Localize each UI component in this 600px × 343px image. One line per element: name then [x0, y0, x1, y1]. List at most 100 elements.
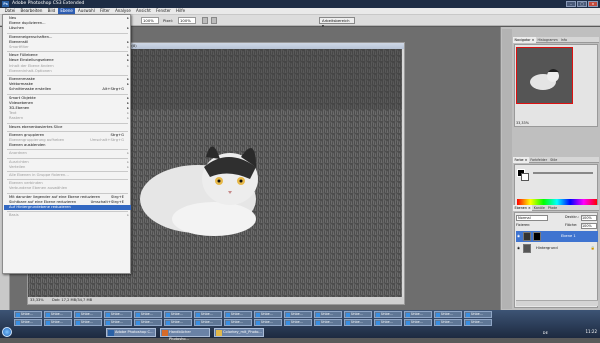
taskbar-window-item[interactable]: Unbe... [344, 311, 372, 318]
taskbar-window-item[interactable]: Unbe... [194, 311, 222, 318]
panel-tab[interactable]: Stile [549, 157, 559, 163]
photoshop-doc-icon [196, 313, 200, 317]
panel-tab[interactable]: Farbe × [513, 157, 529, 163]
menu-fenster[interactable]: Fenster [153, 8, 173, 14]
menu-item-schnittmaske-erstellen[interactable]: Schnittmaske erstellen Alt+Strg+G [4, 87, 131, 92]
blend-mode-select[interactable]: Normal [516, 215, 548, 221]
navigator-preview[interactable] [516, 47, 573, 104]
menu-item-auf-hintergrundebene-reduzieren[interactable]: Auf Hintergrundebene reduzieren [4, 205, 131, 211]
menu-item-smartfilter[interactable]: Smartfilter ▸ [4, 45, 131, 50]
taskbar-app-photoshop[interactable]: Adobe Photoshop C... [106, 328, 156, 337]
taskbar-window-item[interactable]: Unbe... [434, 311, 462, 318]
taskbar-window-item[interactable]: Unbe... [164, 319, 192, 326]
menu-item-verteilen[interactable]: Verteilen ▸ [4, 165, 131, 170]
layer-row-ebene-1[interactable]: ◉ Ebene 1 [516, 231, 598, 242]
layers-footer-buttons[interactable] [516, 300, 598, 306]
menu-item-label: Smartfilter [9, 45, 29, 49]
menu-item-alle-ebenen-in-gruppe-fixieren[interactable]: Alle Ebenen in Gruppe fixieren... [4, 173, 131, 178]
taskbar-window-item[interactable]: Unbe... [314, 311, 342, 318]
taskbar-window-item[interactable]: Unbe... [464, 319, 492, 326]
taskbar-window-item[interactable]: Unbe... [404, 311, 432, 318]
language-indicator[interactable]: DE [543, 330, 548, 335]
menu-item-label: Löschen [9, 26, 25, 31]
taskbar-window-item[interactable]: Unbe... [284, 319, 312, 326]
eye-icon[interactable]: ◉ [517, 231, 520, 242]
start-button[interactable] [2, 327, 12, 337]
taskbar-window-item[interactable]: Unbe... [374, 319, 402, 326]
panel-tab[interactable]: Farbfelder [529, 157, 549, 163]
menu-item-löschen[interactable]: Löschen ▸ [4, 26, 131, 31]
taskbar-window-item[interactable]: Unbe... [224, 319, 252, 326]
taskbar-window-item[interactable]: Unbe... [44, 319, 72, 326]
opacity-input[interactable]: 100% [581, 215, 597, 221]
color-slider[interactable] [533, 172, 593, 174]
menu-item-label: Ebenen ausblenden [9, 143, 46, 148]
taskbar-app-colorkey[interactable]: Colorkey_mit_Photo... [214, 328, 264, 337]
taskbar-window-item[interactable]: Unbe... [404, 319, 432, 326]
photoshop-doc-icon [106, 321, 110, 325]
maximize-icon[interactable]: □ [577, 1, 587, 7]
close-icon[interactable]: × [588, 1, 598, 7]
menu-separator [7, 93, 128, 95]
taskbar-window-item[interactable]: Unbe... [14, 311, 42, 318]
doc-zoom-readout[interactable]: 33,33% [30, 297, 44, 304]
photoshop-doc-icon [226, 321, 230, 325]
menu-item-neues-ebenenbasiertes-slice[interactable]: Neues ebenenbasiertes Slice [4, 125, 131, 130]
taskbar-window-item[interactable]: Unbe... [104, 311, 132, 318]
menu-ansicht[interactable]: Ansicht [133, 8, 153, 14]
photoshop-doc-icon [286, 321, 290, 325]
zoom-input[interactable]: 100% [141, 17, 159, 24]
menu-item-label: Ebeneneigenschaften... [9, 34, 53, 39]
panel-tab[interactable]: Info [559, 37, 568, 43]
navigator-zoom[interactable]: 33,33% [516, 121, 529, 125]
taskbar-window-item[interactable]: Unbe... [104, 319, 132, 326]
menu-hilfe[interactable]: Hilfe [173, 8, 187, 14]
fill-input[interactable]: 100% [581, 223, 597, 229]
minimize-icon[interactable]: – [566, 1, 576, 7]
menu-item-basis[interactable]: Basis ▸ [4, 213, 131, 218]
taskbar-window-item[interactable]: Unbe... [284, 311, 312, 318]
menu-item-anordnen[interactable]: Anordnen ▸ [4, 151, 131, 156]
brush-icon[interactable] [202, 17, 208, 24]
panel-tab[interactable]: Ebenen × [513, 205, 533, 211]
menu-item-ebenen-ausblenden[interactable]: Ebenen ausblenden [4, 143, 131, 148]
airbrush-icon[interactable] [211, 17, 217, 24]
clock[interactable]: 11:22 [585, 329, 597, 334]
taskbar-app-handbuecher[interactable]: Handbücher Photosho... [160, 328, 210, 341]
layer-row-hintergrund[interactable]: ◉ Hintergrund 🔒 [516, 243, 598, 254]
menu-item-label: 3D-Ebenen [9, 106, 30, 110]
panel-tab[interactable]: Navigator × [513, 37, 536, 43]
taskbar-window-item[interactable]: Unbe... [254, 319, 282, 326]
menu-item-rastern[interactable]: Rastern ▸ [4, 116, 131, 121]
menu-separator [7, 75, 128, 76]
taskbar-window-item[interactable]: Unbe... [134, 311, 162, 318]
menu-item-ebeneninhalt-optionen[interactable]: Ebeneninhalt-Optionen [4, 69, 131, 74]
taskbar-window-item[interactable]: Unbe... [314, 319, 342, 326]
taskbar-window-item[interactable]: Unbe... [194, 319, 222, 326]
taskbar-window-item[interactable]: Unbe... [74, 311, 102, 318]
zoom-input-2[interactable]: 100% [178, 17, 196, 24]
taskbar-row-1: Unbe... Unbe... Unbe... Unbe... Unbe... Unbe.… [14, 311, 492, 319]
taskbar-window-item[interactable]: Unbe... [74, 319, 102, 326]
panel-tab[interactable]: Histogramm [536, 37, 559, 43]
taskbar-window-item[interactable]: Unbe... [464, 311, 492, 318]
taskbar-window-item[interactable]: Unbe... [374, 311, 402, 318]
menu-shortcut: Alt+Strg+G [102, 87, 124, 92]
taskbar-window-item[interactable]: Unbe... [14, 319, 42, 326]
taskbar-window-item[interactable]: Unbe... [134, 319, 162, 326]
panel-tab[interactable]: Kanäle [532, 205, 546, 211]
taskbar-window-item[interactable]: Unbe... [434, 319, 462, 326]
photoshop-doc-icon [436, 313, 440, 317]
menu-item-verbundene-ebenen-auswählen[interactable]: Verbundene Ebenen auswählen [4, 186, 131, 191]
taskbar-window-item[interactable]: Unbe... [344, 319, 372, 326]
panel-tab[interactable]: Pfade [546, 205, 558, 211]
workspace-button[interactable]: Arbeitsbereich ▾ [319, 17, 355, 28]
menu-item-label: Rastern [9, 116, 24, 121]
eye-icon[interactable]: ◉ [517, 243, 520, 254]
taskbar-window-item[interactable]: Unbe... [44, 311, 72, 318]
taskbar-window-item[interactable]: Unbe... [254, 311, 282, 318]
taskbar-window-item[interactable]: Unbe... [164, 311, 192, 318]
taskbar-window-item[interactable]: Unbe... [224, 311, 252, 318]
photoshop-doc-icon [406, 313, 410, 317]
background-color[interactable] [521, 173, 529, 181]
